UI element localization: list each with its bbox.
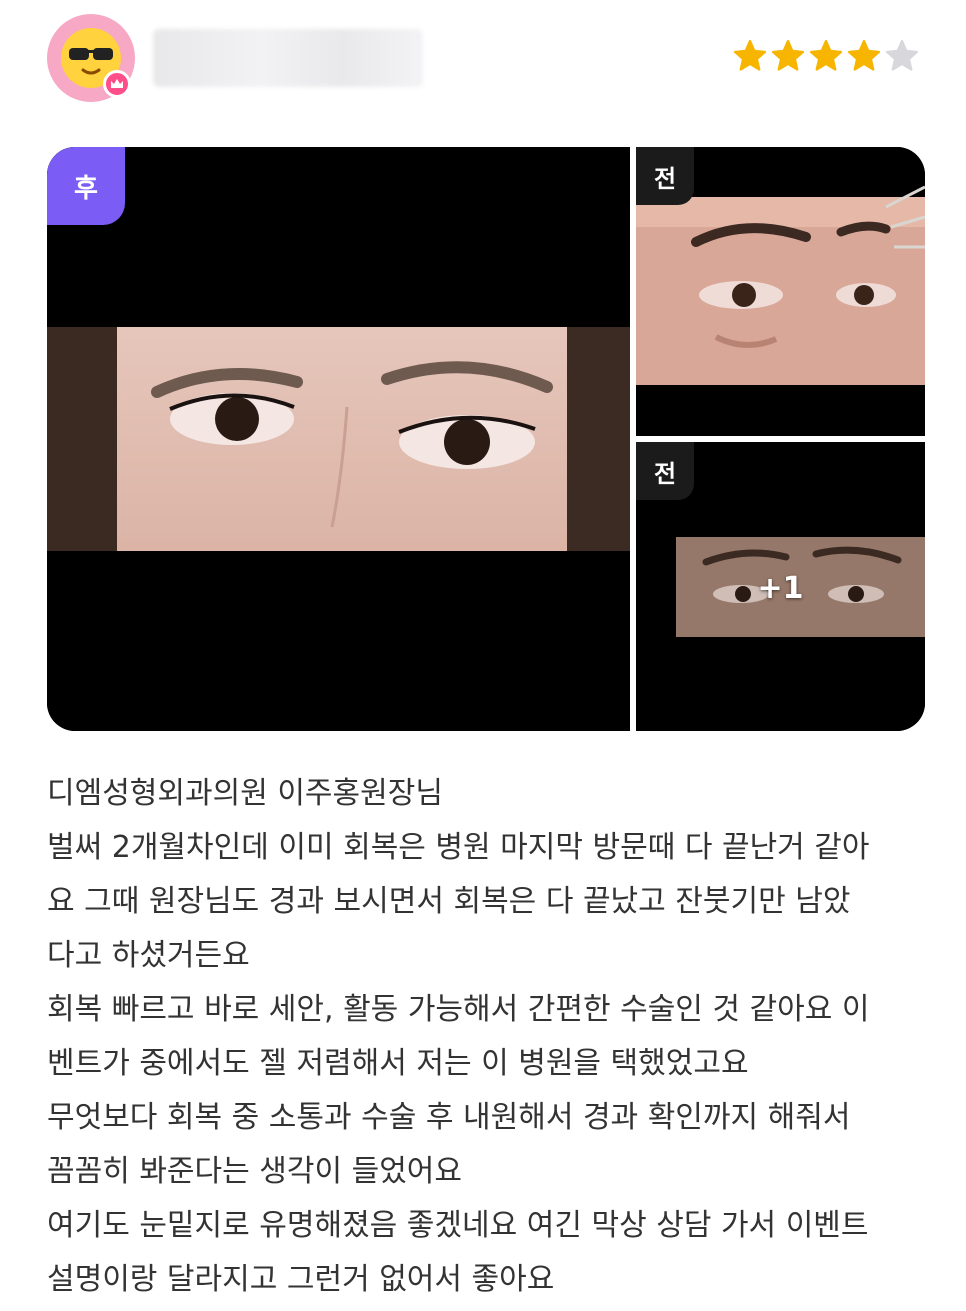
after-photo[interactable]: 후 — [47, 147, 630, 731]
before-photo-1[interactable]: 전 — [636, 147, 925, 436]
star-filled-icon — [847, 39, 881, 71]
after-eyes-image — [47, 327, 630, 551]
star-empty-icon — [885, 39, 919, 71]
username-blurred — [153, 29, 423, 87]
user-avatar[interactable] — [47, 14, 135, 102]
review-line: 꼼꼼히 봐준다는 생각이 들었어요 — [47, 1154, 463, 1189]
review-line: 여기도 눈밑지로 유명해졌음 좋겠네요 여긴 막상 상담 가서 이벤트 — [47, 1208, 869, 1243]
before-badge-2: 전 — [636, 442, 694, 500]
after-badge: 후 — [47, 147, 125, 225]
photo-gallery: 후 전 전 +1 — [47, 147, 925, 731]
review-line: 다고 하셨거든요 — [47, 938, 250, 973]
star-filled-icon — [809, 39, 843, 71]
review-line: 설명이랑 달라지고 그런거 없어서 좋아요 — [47, 1262, 555, 1297]
more-photos-count[interactable]: +1 — [636, 538, 925, 638]
review-text: 디엠성형외과의원 이주홍원장님벌써 2개월차인데 이미 회복은 병원 마지막 방… — [47, 767, 927, 1307]
review-line: 디엠성형외과의원 이주홍원장님 — [47, 776, 443, 811]
star-rating — [732, 38, 920, 74]
review-line: 벌써 2개월차인데 이미 회복은 병원 마지막 방문때 다 끝난거 같아 — [47, 830, 870, 865]
review-line: 무엇보다 회복 중 소통과 수술 후 내원해서 경과 확인까지 해줘서 — [47, 1100, 851, 1135]
review-line: 회복 빠르고 바로 세안, 활동 가능해서 간편한 수술인 것 같아요 이 — [47, 992, 870, 1027]
crown-badge-icon — [103, 70, 131, 98]
star-filled-icon — [733, 39, 767, 71]
review-line: 벤트가 중에서도 젤 저렴해서 저는 이 병원을 택했었고요 — [47, 1046, 749, 1081]
before-badge-1: 전 — [636, 147, 694, 205]
before-photo-2[interactable]: 전 +1 — [636, 442, 925, 731]
star-filled-icon — [771, 39, 805, 71]
review-line: 요 그때 원장님도 경과 보시면서 회복은 다 끝났고 잔붓기만 남았 — [47, 884, 851, 919]
